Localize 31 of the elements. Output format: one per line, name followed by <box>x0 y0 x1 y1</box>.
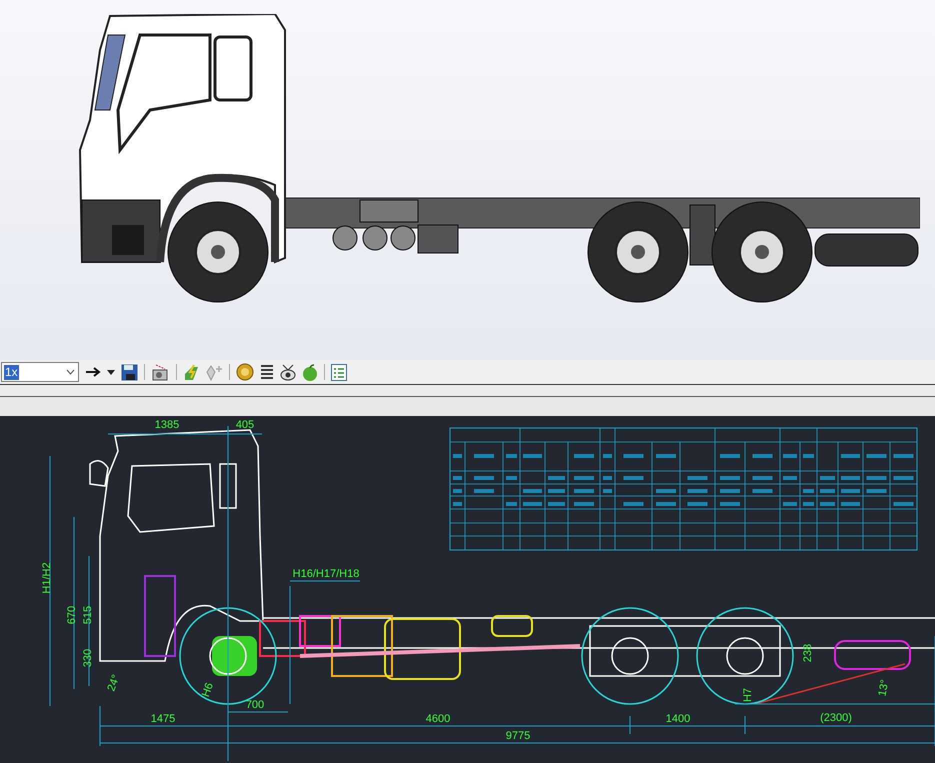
dimension-label: 700 <box>246 698 264 711</box>
stack-icon[interactable] <box>260 364 274 380</box>
dimension-label: 670 <box>66 606 78 624</box>
dimension-label: 4600 <box>426 712 450 725</box>
dimension-label: (2300) <box>820 712 852 724</box>
save-icon[interactable] <box>121 364 138 380</box>
dimension-label: 9775 <box>506 730 530 742</box>
dimension-label: 405 <box>236 418 254 431</box>
dimension-label: H7 <box>742 688 754 702</box>
dimension-label: 1475 <box>150 712 176 725</box>
dimension-label: 24° <box>105 673 122 693</box>
eye-icon[interactable] <box>280 364 296 380</box>
dimension-label: 238 <box>802 644 814 662</box>
dimension-label: 1385 <box>154 418 180 431</box>
apple-icon[interactable] <box>302 364 318 380</box>
zoom-combobox[interactable]: 1x <box>1 362 79 382</box>
dimension-label: 13° <box>876 678 892 698</box>
dimension-label: H1/H2 <box>40 562 53 594</box>
dimension-label: H6 <box>200 681 216 699</box>
right-arrow-icon[interactable] <box>85 366 101 378</box>
lightning-icon[interactable] <box>183 364 200 380</box>
zoom-value: 1x <box>4 364 19 380</box>
checklist-icon[interactable] <box>331 364 347 380</box>
dimension-label: 1400 <box>666 712 690 725</box>
camera-icon[interactable] <box>151 364 170 380</box>
dimension-label: H16/H17/H18 <box>292 568 360 580</box>
dimension-label: 330 <box>82 648 94 668</box>
caret-icon[interactable] <box>107 370 115 374</box>
dimension-label: 515 <box>82 606 94 624</box>
coin-icon[interactable] <box>236 363 254 381</box>
chevron-down-icon <box>66 369 75 375</box>
